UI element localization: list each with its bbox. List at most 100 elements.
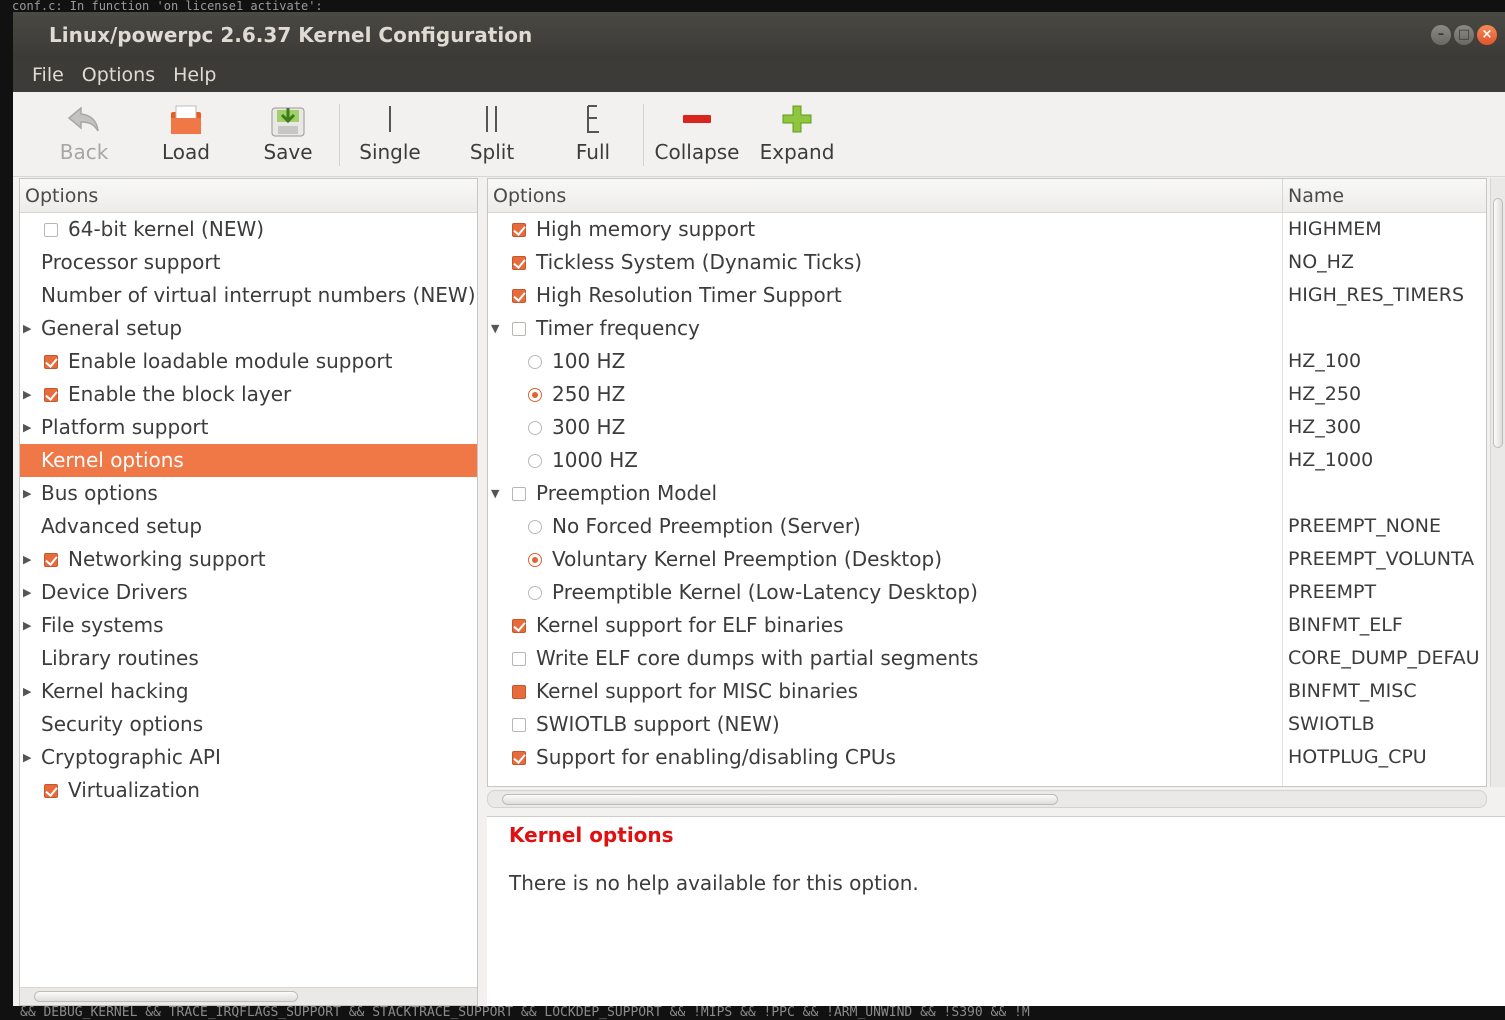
option-row[interactable]: High memory support HIGHMEM (488, 213, 1486, 246)
option-row[interactable]: 300 HZ HZ_300 (488, 411, 1486, 444)
option-checkbox[interactable] (512, 223, 526, 237)
tree-item[interactable]: ▶ Bus options (20, 477, 477, 510)
option-row[interactable]: Support for enabling/disabling CPUs HOTPL… (488, 741, 1486, 774)
option-checkbox[interactable] (44, 553, 58, 567)
tree-item[interactable]: Kernel options (20, 444, 477, 477)
option-checkbox[interactable] (512, 751, 526, 765)
option-radio[interactable] (528, 520, 542, 534)
option-checkbox[interactable] (512, 256, 526, 270)
maximize-icon[interactable]: □ (1454, 25, 1474, 45)
expand-button[interactable]: Expand (759, 92, 835, 177)
option-row[interactable]: ▼ Preemption Model (488, 477, 1486, 510)
tree-item-label: Kernel hacking (41, 679, 189, 703)
option-row[interactable]: Kernel support for MISC binaries BINFMT_M… (488, 675, 1486, 708)
option-radio[interactable] (528, 454, 542, 468)
menu-options[interactable]: Options (73, 58, 164, 92)
menu-help[interactable]: Help (164, 58, 225, 92)
option-checkbox[interactable] (44, 388, 58, 402)
tree-item[interactable]: ▶ Networking support (20, 543, 477, 576)
expander-arrow-icon[interactable]: ▼ (491, 312, 499, 345)
window-titlebar[interactable]: Linux/powerpc 2.6.37 Kernel Configuratio… (13, 12, 1505, 58)
close-icon[interactable]: × (1477, 25, 1497, 45)
option-checkbox[interactable] (512, 487, 526, 501)
tree-item[interactable]: ▶ Kernel hacking (20, 675, 477, 708)
option-radio[interactable] (528, 421, 542, 435)
tree-item[interactable]: ▶ Cryptographic API (20, 741, 477, 774)
load-label: Load (162, 140, 210, 164)
right-horizontal-scrollbar[interactable] (487, 790, 1487, 808)
option-radio[interactable] (528, 586, 542, 600)
expander-arrow-icon[interactable]: ▼ (491, 477, 499, 510)
option-checkbox[interactable] (512, 652, 526, 666)
option-row[interactable]: Tickless System (Dynamic Ticks) NO_HZ (488, 246, 1486, 279)
tree-item[interactable]: Virtualization (20, 774, 477, 807)
option-symbol-name: HIGH_RES_TIMERS (1288, 284, 1465, 306)
option-row[interactable]: 100 HZ HZ_100 (488, 345, 1486, 378)
option-radio[interactable] (528, 553, 542, 567)
left-options-header[interactable]: Options (20, 179, 477, 213)
option-row[interactable]: Write ELF core dumps with partial segmen… (488, 642, 1486, 675)
option-row[interactable]: 250 HZ HZ_250 (488, 378, 1486, 411)
tree-item[interactable]: Advanced setup (20, 510, 477, 543)
back-button[interactable]: Back (53, 92, 115, 177)
tree-item[interactable]: Enable loadable module support (20, 345, 477, 378)
right-name-header[interactable]: Name (1282, 179, 1344, 213)
tree-item[interactable]: Library routines (20, 642, 477, 675)
option-radio[interactable] (528, 355, 542, 369)
tree-item[interactable]: Security options (20, 708, 477, 741)
tree-item[interactable]: Number of virtual interrupt numbers (NEW… (20, 279, 477, 312)
expander-arrow-icon[interactable]: ▶ (23, 312, 31, 345)
expander-arrow-icon[interactable]: ▶ (23, 675, 31, 708)
tree-item-label: Platform support (41, 415, 209, 439)
option-row[interactable]: 1000 HZ HZ_1000 (488, 444, 1486, 477)
tree-item[interactable]: ▶ File systems (20, 609, 477, 642)
expander-arrow-icon[interactable]: ▶ (23, 411, 31, 444)
expander-arrow-icon[interactable]: ▶ (23, 576, 31, 609)
tree-item-label: Networking support (68, 547, 266, 571)
split-view-button[interactable]: Split (459, 92, 525, 177)
save-button[interactable]: Save (255, 92, 321, 177)
full-view-button[interactable]: Full (561, 92, 625, 177)
right-vscroll-thumb[interactable] (1493, 198, 1503, 448)
minimize-icon[interactable]: – (1431, 25, 1451, 45)
option-row[interactable]: Kernel support for ELF binaries BINFMT_EL… (488, 609, 1486, 642)
option-checkbox[interactable] (512, 289, 526, 303)
option-radio[interactable] (528, 388, 542, 402)
right-scroll-thumb[interactable] (502, 794, 1058, 805)
tree-item[interactable]: ▶ Enable the block layer (20, 378, 477, 411)
option-row[interactable]: Voluntary Kernel Preemption (Desktop) PRE… (488, 543, 1486, 576)
tree-item[interactable]: Processor support (20, 246, 477, 279)
option-row[interactable]: Preemptible Kernel (Low-Latency Desktop)… (488, 576, 1486, 609)
load-button[interactable]: Load (153, 92, 219, 177)
collapse-button[interactable]: Collapse (653, 92, 741, 177)
expander-arrow-icon[interactable]: ▶ (23, 741, 31, 774)
option-checkbox[interactable] (44, 784, 58, 798)
left-scroll-thumb[interactable] (34, 991, 298, 1002)
left-horizontal-scrollbar[interactable] (20, 987, 477, 1005)
option-checkbox[interactable] (44, 223, 58, 237)
option-checkbox[interactable] (512, 718, 526, 732)
option-row[interactable]: High Resolution Timer Support HIGH_RES_TI… (488, 279, 1486, 312)
tree-item[interactable]: ▶ General setup (20, 312, 477, 345)
option-row[interactable]: SWIOTLB support (NEW) SWIOTLB (488, 708, 1486, 741)
expander-arrow-icon[interactable]: ▶ (23, 477, 31, 510)
expander-arrow-icon[interactable]: ▶ (23, 609, 31, 642)
option-checkbox[interactable] (512, 685, 526, 699)
option-row[interactable]: ▼ Timer frequency (488, 312, 1486, 345)
tree-item[interactable]: 64-bit kernel (NEW) (20, 213, 477, 246)
option-symbol-name: SWIOTLB (1288, 713, 1375, 735)
expander-arrow-icon[interactable]: ▶ (23, 378, 31, 411)
option-checkbox[interactable] (44, 355, 58, 369)
right-options-header[interactable]: Options (493, 185, 566, 207)
tree-item[interactable]: ▶ Platform support (20, 411, 477, 444)
menu-file[interactable]: File (23, 58, 73, 92)
option-checkbox[interactable] (512, 322, 526, 336)
option-checkbox[interactable] (512, 619, 526, 633)
expander-arrow-icon[interactable]: ▶ (23, 543, 31, 576)
option-row[interactable]: No Forced Preemption (Server) PREEMPT_NON… (488, 510, 1486, 543)
folder-open-icon (171, 105, 201, 134)
single-view-button[interactable]: Single (355, 92, 425, 177)
full-label: Full (575, 140, 611, 164)
tree-item[interactable]: ▶ Device Drivers (20, 576, 477, 609)
right-vertical-scrollbar[interactable] (1490, 178, 1505, 787)
